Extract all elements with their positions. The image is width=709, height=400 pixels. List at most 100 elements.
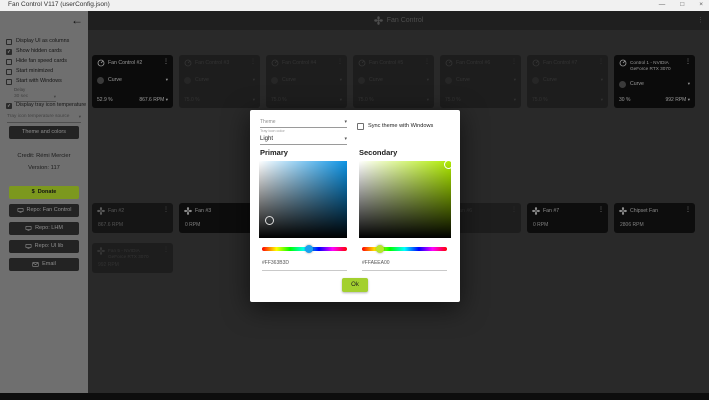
primary-heading: Primary [260, 148, 288, 157]
theme-colors-dialog: Theme ▾ Tray icon color Light ▾ Sync the… [250, 110, 460, 302]
checkbox[interactable] [6, 79, 12, 85]
option-show-hidden-cards[interactable]: ✓ Show hidden cards [6, 48, 62, 55]
fan-rpm: 2806 RPM [620, 222, 644, 228]
email-icon [32, 262, 39, 267]
button-label: Theme and colors [21, 128, 67, 135]
kebab-menu-icon[interactable]: ⋮ [598, 207, 604, 213]
window-titlebar: Fan Control V117 (userConfig.json) — □ × [0, 0, 709, 11]
card-title: Fan #7 [543, 207, 560, 214]
fan-speed-card[interactable]: Fan 5 - NVIDIA GeForce RTX 3070 ⋮ 992 RP… [92, 243, 173, 273]
fan-logo-icon [373, 16, 383, 25]
secondary-saturation-picker[interactable] [359, 161, 451, 238]
monitor-icon [25, 226, 32, 231]
checkbox[interactable] [6, 39, 12, 45]
primary-hex-input[interactable]: #FF363B3D [262, 261, 347, 271]
monitor-icon [17, 208, 23, 213]
fan-control-card[interactable]: Fan Control #2 ⋮ Curve ▾ 52.9 % 867.6 RP… [92, 55, 173, 108]
kebab-menu-icon[interactable]: ⋮ [163, 59, 169, 65]
kebab-menu-icon[interactable]: ⋮ [685, 207, 691, 213]
checkbox-checked[interactable]: ✓ [6, 103, 12, 109]
enable-toggle[interactable] [97, 77, 104, 84]
primary-saturation-picker[interactable] [259, 161, 347, 238]
option-hide-fan-speed-cards[interactable]: Hide fan speed cards [6, 58, 67, 65]
secondary-hue-slider[interactable] [362, 247, 447, 251]
kebab-menu-icon[interactable]: ⋮ [424, 59, 430, 65]
email-button[interactable]: Email [9, 258, 79, 271]
tray-icon-color-select[interactable]: Light ▾ [260, 134, 347, 145]
fan-icon [184, 207, 192, 215]
repo-fan-control-button[interactable]: Repo: Fan Control [9, 204, 79, 217]
checkbox-checked[interactable]: ✓ [6, 49, 12, 55]
sync-theme-option[interactable]: Sync theme with Windows [357, 123, 433, 130]
monitor-icon [25, 244, 32, 249]
fan-speed-card[interactable]: Fan #2 ⋮ 867.6 RPM [92, 203, 173, 233]
maximize-button[interactable]: □ [680, 2, 684, 9]
kebab-menu-icon[interactable]: ⋮ [511, 207, 517, 213]
kebab-menu-icon[interactable]: ⋮ [163, 207, 169, 213]
kebab-menu-icon[interactable]: ⋮ [598, 59, 604, 65]
fan-control-card[interactable]: Fan Control #7 ⋮ Curve ▾ 75.0 % ▾ [527, 55, 608, 108]
primary-hue-thumb[interactable] [305, 245, 313, 253]
color-selector-ring[interactable] [444, 161, 451, 169]
kebab-menu-icon[interactable]: ⋮ [511, 59, 517, 65]
curve-select[interactable]: Curve [282, 77, 296, 83]
fan-rpm: 867.6 RPM [98, 222, 124, 228]
fan-speed-card[interactable]: Fan #3 ⋮ 0 RPM [179, 203, 260, 233]
enable-toggle[interactable] [532, 77, 539, 84]
tray-source-select[interactable]: Tray icon temperature source ▾ [7, 113, 81, 123]
repo-lhm-button[interactable]: Repo: LHM [9, 222, 79, 235]
enable-toggle[interactable] [445, 77, 452, 84]
chevron-down-icon: ▾ [426, 97, 429, 102]
curve-select[interactable]: Curve [543, 77, 557, 83]
overflow-menu-icon[interactable]: ⋮ [697, 17, 704, 24]
curve-select[interactable]: Curve [369, 77, 383, 83]
window-title: Fan Control V117 (userConfig.json) [8, 1, 110, 9]
fan-speed-card[interactable]: Chipset Fan ⋮ 2806 RPM [614, 203, 695, 233]
option-display-ui-columns[interactable]: Display UI as columns [6, 38, 69, 45]
checkbox[interactable] [357, 123, 364, 130]
repo-ui-lib-button[interactable]: Repo: UI lib [9, 240, 79, 253]
chevron-down-icon: ▾ [252, 77, 255, 83]
curve-select[interactable]: Curve [195, 77, 209, 83]
theme-and-colors-button[interactable]: Theme and colors [9, 126, 79, 139]
enable-toggle[interactable] [619, 81, 626, 88]
secondary-hex-input[interactable]: #FFAEEA00 [362, 261, 447, 271]
fan-speed-card[interactable]: Fan #7 ⋮ 0 RPM [527, 203, 608, 233]
option-label: Start with Windows [16, 78, 62, 85]
color-selector-ring[interactable] [265, 216, 274, 225]
minimize-button[interactable]: — [659, 2, 666, 9]
kebab-menu-icon[interactable]: ⋮ [163, 247, 169, 253]
option-start-minimized[interactable]: Start minimized [6, 68, 53, 75]
card-title: Fan #3 [195, 207, 212, 214]
donate-button[interactable]: $ Donate [9, 186, 79, 199]
option-start-with-windows[interactable]: Start with Windows [6, 78, 62, 85]
kebab-menu-icon[interactable]: ⋮ [685, 59, 691, 65]
checkbox[interactable] [6, 59, 12, 65]
fan-control-card[interactable]: Fan Control #3 ⋮ Curve ▾ 75.0 % ▾ [179, 55, 260, 108]
enable-toggle[interactable] [271, 77, 278, 84]
card-title: Chipset Fan [630, 207, 658, 214]
theme-select[interactable]: Theme ▾ [260, 117, 347, 128]
fan-control-card[interactable]: Fan Control #5 ⋮ Curve ▾ 75.0 % ▾ [353, 55, 434, 108]
kebab-menu-icon[interactable]: ⋮ [337, 59, 343, 65]
kebab-menu-icon[interactable]: ⋮ [250, 59, 256, 65]
close-button[interactable]: × [699, 2, 703, 9]
fan-control-card[interactable]: Fan Control #4 ⋮ Curve ▾ 75.0 % ▾ [266, 55, 347, 108]
enable-toggle[interactable] [184, 77, 191, 84]
enable-toggle[interactable] [358, 77, 365, 84]
curve-select[interactable]: Curve [108, 77, 122, 83]
delay-select[interactable]: 30 sec ▾ [14, 93, 56, 102]
fan-icon [97, 207, 105, 215]
card-title: Fan Control #7 [543, 59, 578, 66]
ok-button[interactable]: Ok [342, 278, 368, 292]
gauge-icon [358, 59, 366, 67]
curve-select[interactable]: Curve [456, 77, 470, 83]
option-tray-temperature[interactable]: ✓ Display tray icon temperature [6, 102, 86, 109]
gpu-control-card[interactable]: Control 1 - NVIDIA GeForce RTX 3070 ⋮ Cu… [614, 55, 695, 108]
chevron-down-icon: ▾ [426, 77, 429, 83]
fan-control-card[interactable]: Fan Control #6 ⋮ Curve ▾ 75.0 % ▾ [440, 55, 521, 108]
curve-select[interactable]: Curve [630, 81, 644, 87]
back-arrow-button[interactable]: ← [71, 14, 83, 26]
checkbox[interactable] [6, 69, 12, 75]
secondary-hue-thumb[interactable] [376, 245, 384, 253]
